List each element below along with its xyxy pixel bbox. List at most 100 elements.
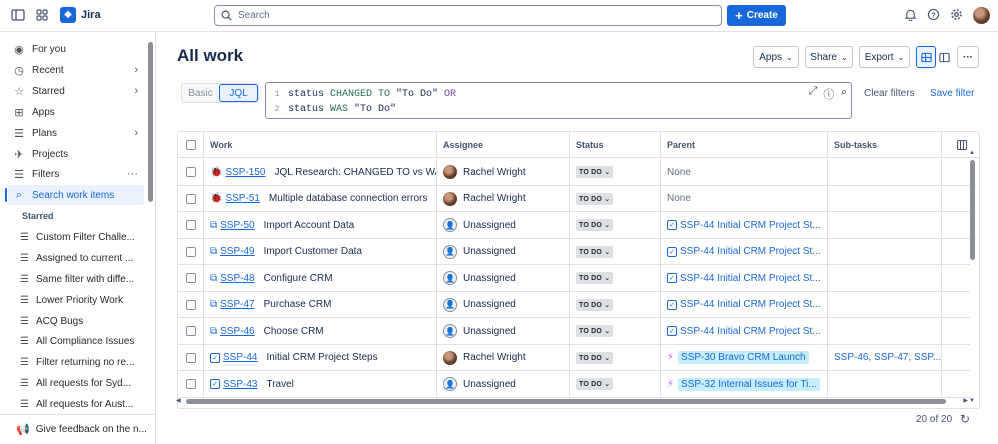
sidebar-item-plans[interactable]: ☰ Plans › — [8, 123, 144, 143]
status-badge[interactable]: TO DO ⌄ — [576, 325, 614, 337]
scroll-left-icon[interactable]: ◀ — [176, 397, 181, 404]
parent-link[interactable]: SSP-44 Initial CRM Project St... — [680, 299, 821, 310]
global-search[interactable] — [214, 5, 722, 26]
jira-logo[interactable]: ◆ Jira — [60, 7, 101, 23]
help-icon[interactable]: ⓘ — [823, 86, 834, 102]
detail-view-icon[interactable] — [934, 46, 954, 68]
row-checkbox[interactable] — [185, 326, 196, 336]
table-row[interactable]: ⧉ SSP-46 Choose CRM 👤 Unassigned TO DO ⌄ ✓ SSP-… — [178, 318, 970, 345]
column-header-subtasks[interactable]: Sub-tasks — [828, 132, 942, 158]
refresh-icon[interactable]: ↻ — [960, 412, 970, 426]
row-checkbox[interactable] — [185, 167, 196, 177]
sidebar-scrollbar[interactable] — [147, 38, 153, 410]
issue-key-link[interactable]: SSP-46 — [220, 326, 254, 337]
table-row[interactable]: ⧉ SSP-49 Import Customer Data 👤 Unassigned TO… — [178, 238, 970, 265]
issue-key-link[interactable]: SSP-150 — [225, 167, 265, 178]
issue-key-link[interactable]: SSP-43 — [223, 379, 257, 390]
status-badge[interactable]: TO DO ⌄ — [576, 351, 614, 364]
save-filter-button[interactable]: Save filter — [930, 88, 974, 99]
column-header-status[interactable]: Status — [570, 132, 661, 158]
assignee-cell[interactable]: Rachel Wright — [437, 159, 570, 185]
help-icon[interactable]: ? — [925, 8, 941, 24]
notifications-bell-icon[interactable] — [902, 8, 918, 24]
parent-link[interactable]: SSP-44 Initial CRM Project St... — [680, 326, 821, 337]
column-header-assignee[interactable]: Assignee — [437, 132, 570, 158]
issue-summary[interactable]: Multiple database connection errors — [269, 193, 427, 204]
status-badge[interactable]: TO DO ⌄ — [576, 166, 614, 178]
issue-key-link[interactable]: SSP-48 — [220, 273, 254, 284]
give-feedback-button[interactable]: 📢 Give feedback on the n... — [0, 414, 155, 444]
search-icon[interactable]: ⌕ — [840, 86, 847, 102]
create-button[interactable]: + Create — [727, 5, 786, 26]
row-checkbox[interactable] — [185, 299, 196, 310]
issue-key-link[interactable]: SSP-47 — [220, 299, 254, 310]
table-row[interactable]: ✓ SSP-43 Travel 👤 Unassigned TO DO ⌄ ⚡ SSP-32 I… — [178, 371, 970, 398]
sidebar-item-for-you[interactable]: ◉ For you — [8, 39, 144, 59]
starred-filter-item[interactable]: ☰ Custom Filter Challe... — [8, 227, 144, 247]
sidebar-item-recent[interactable]: ◷ Recent › — [8, 60, 144, 80]
list-view-icon[interactable] — [916, 46, 936, 68]
scroll-right-icon[interactable]: ▶ — [963, 397, 968, 404]
scroll-up-icon[interactable]: ▲ — [969, 150, 975, 156]
expand-icon[interactable]: ⤢ — [809, 86, 818, 102]
profile-avatar[interactable] — [973, 7, 990, 24]
subtasks-links[interactable]: SSP-46, SSP-47, SSP... — [834, 352, 941, 363]
status-badge[interactable]: TO DO ⌄ — [576, 219, 614, 231]
starred-filter-item[interactable]: ☰ All Compliance Issues — [8, 331, 144, 351]
column-header-parent[interactable]: Parent — [661, 132, 828, 158]
horizontal-scrollbar-thumb[interactable] — [186, 399, 946, 404]
issue-key-link[interactable]: SSP-51 — [225, 193, 259, 204]
table-row[interactable]: 🐞 SSP-51 Multiple database connection erro… — [178, 185, 970, 212]
issue-summary[interactable]: Configure CRM — [264, 273, 333, 284]
parent-epic-link[interactable]: SSP-30 Bravo CRM Launch — [678, 351, 809, 364]
scroll-down-icon[interactable]: ▼ — [969, 398, 975, 404]
issue-summary[interactable]: Purchase CRM — [264, 299, 332, 310]
assignee-cell[interactable]: Rachel Wright — [437, 185, 570, 212]
issue-summary[interactable]: Travel — [266, 379, 293, 390]
sidebar-item-search-work-items[interactable]: ⌕ Search work items — [5, 185, 144, 205]
column-header-work[interactable]: Work — [204, 132, 437, 158]
sidebar-toggle-icon[interactable] — [10, 8, 26, 24]
share-button[interactable]: Share ⌄ — [805, 46, 853, 68]
export-button[interactable]: Export ⌄ — [859, 46, 910, 68]
parent-link[interactable]: SSP-44 Initial CRM Project St... — [680, 220, 821, 231]
app-switcher-icon[interactable] — [34, 8, 50, 24]
sidebar-scrollbar-thumb[interactable] — [148, 42, 153, 202]
row-checkbox[interactable] — [185, 193, 196, 204]
table-row[interactable]: ✓ SSP-44 Initial CRM Project Steps Rachel W… — [178, 344, 970, 371]
parent-link[interactable]: SSP-44 Initial CRM Project St... — [680, 273, 821, 284]
status-badge[interactable]: TO DO ⌄ — [576, 245, 614, 258]
issue-key-link[interactable]: SSP-49 — [220, 246, 254, 257]
row-checkbox[interactable] — [185, 246, 196, 257]
row-checkbox[interactable] — [185, 220, 196, 230]
more-options-icon[interactable]: ··· — [127, 168, 138, 180]
issue-summary[interactable]: JQL Research: CHANGED TO vs WA... — [274, 167, 436, 178]
starred-filter-item[interactable]: ☰ All requests for Syd... — [8, 373, 144, 393]
table-horizontal-scrollbar[interactable]: ◀ ▶ — [176, 398, 968, 406]
issue-summary[interactable]: Initial CRM Project Steps — [266, 352, 377, 363]
starred-filter-item[interactable]: ☰ Filter returning no re... — [8, 352, 144, 372]
search-input[interactable] — [238, 10, 708, 21]
sidebar-item-filters[interactable]: ☰ Filters ··· — [8, 164, 144, 184]
settings-gear-icon[interactable] — [948, 8, 964, 24]
parent-epic-link[interactable]: SSP-32 Internal Issues for Ti... — [678, 377, 820, 391]
issue-summary[interactable]: Import Account Data — [264, 220, 355, 231]
row-checkbox[interactable] — [185, 379, 196, 389]
status-badge[interactable]: TO DO ⌄ — [576, 272, 614, 284]
row-checkbox[interactable] — [185, 352, 196, 363]
status-badge[interactable]: TO DO ⌄ — [576, 298, 614, 311]
table-row[interactable]: ⧉ SSP-50 Import Account Data 👤 Unassigned TO … — [178, 212, 970, 239]
assignee-cell[interactable]: 👤 Unassigned — [437, 238, 570, 265]
table-row[interactable]: ⧉ SSP-47 Purchase CRM 👤 Unassigned TO DO ⌄ ✓ SS… — [178, 291, 970, 318]
apps-dropdown-button[interactable]: Apps ⌄ — [753, 46, 799, 68]
basic-mode-button[interactable]: Basic — [182, 84, 219, 102]
assignee-cell[interactable]: 👤 Unassigned — [437, 371, 570, 397]
status-badge[interactable]: TO DO ⌄ — [576, 378, 614, 390]
row-checkbox[interactable] — [185, 273, 196, 283]
sidebar-item-projects[interactable]: ✈ Projects — [8, 144, 144, 164]
assignee-cell[interactable]: 👤 Unassigned — [437, 291, 570, 318]
jql-editor[interactable]: 1 status CHANGED TO "To Do" OR 2 status … — [265, 82, 852, 119]
assignee-cell[interactable]: 👤 Unassigned — [437, 212, 570, 238]
issue-summary[interactable]: Import Customer Data — [264, 246, 362, 257]
issue-key-link[interactable]: SSP-44 — [223, 352, 257, 363]
